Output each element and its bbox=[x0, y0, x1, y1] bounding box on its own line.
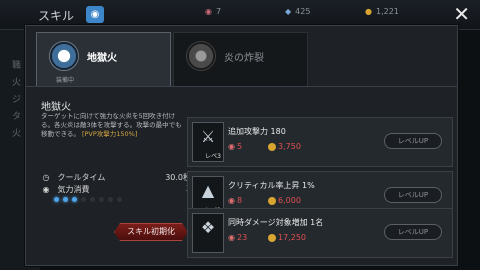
tab-label: 炎の炸裂 bbox=[224, 53, 264, 64]
targets-icon: ❖ bbox=[192, 213, 224, 253]
pig-icon: ◉ bbox=[228, 196, 235, 205]
upgrade-card: ⚔ レベ3 追加攻撃力 180 ◉ 5 3,750 レベルUP bbox=[187, 117, 453, 167]
sword-icon: ⚔ レベ3 bbox=[192, 122, 224, 162]
coin-icon bbox=[268, 233, 276, 242]
coin-icon bbox=[268, 196, 276, 205]
level-dot bbox=[99, 197, 104, 202]
upgrade-cost: ◉ 5 3,750 bbox=[228, 142, 301, 151]
level-dot bbox=[117, 197, 122, 202]
tab-flame-burst[interactable]: 炎の炸裂 bbox=[173, 32, 308, 86]
resource-coin-value: 1,221 bbox=[375, 7, 399, 16]
level-dot bbox=[90, 197, 95, 202]
upgrade-card: ❖ 同時ダメージ対象増加 1名 ◉ 23 17,250 レベルUP bbox=[187, 208, 453, 258]
skill-level-dots bbox=[54, 197, 122, 202]
equipped-label: 装備中 bbox=[55, 77, 74, 84]
pig-icon: ◉ bbox=[228, 233, 235, 242]
cooldown-row: ◷ クールタイム 30.0秒 bbox=[41, 172, 192, 183]
level-up-button[interactable]: レベルUP bbox=[384, 133, 442, 149]
pig-icon: ◉ bbox=[205, 7, 212, 16]
flame-burst-skill-icon bbox=[186, 41, 216, 71]
resource-gem-value: 425 bbox=[295, 7, 311, 16]
level-dot bbox=[72, 197, 77, 202]
clock-icon: ◷ bbox=[42, 172, 50, 182]
hellfire-skill-icon bbox=[49, 41, 79, 71]
level-dot bbox=[63, 197, 68, 202]
upgrade-name: 追加攻撃力 180 bbox=[228, 127, 286, 136]
upgrade-level: レベ3 bbox=[205, 153, 221, 160]
upgrade-cost: ◉ 8 6,000 bbox=[228, 196, 301, 205]
skill-reset-button[interactable]: スキル初期化 bbox=[114, 223, 188, 241]
resource-pig-value: 7 bbox=[215, 7, 222, 16]
coin-icon bbox=[268, 142, 276, 151]
resource-coin: ● 1,221 bbox=[365, 7, 399, 16]
gem-icon: ◆ bbox=[285, 7, 292, 16]
upgrade-name: クリティカル率上昇 1% bbox=[228, 181, 315, 190]
coin-cost: 6,000 bbox=[278, 196, 301, 205]
pig-cost: 8 bbox=[236, 196, 243, 205]
level-dot bbox=[81, 197, 86, 202]
skill-description: ターゲットに向けて強力な火炎を5回吹き付ける。各火炎は敵3体を攻撃する。攻撃の最… bbox=[41, 112, 186, 139]
pvp-attack-text: [PVP攻撃力150%] bbox=[81, 130, 138, 138]
resource-gem: ◆ 425 bbox=[285, 7, 310, 16]
level-up-button[interactable]: レベルUP bbox=[384, 187, 442, 203]
upgrade-cost: ◉ 23 17,250 bbox=[228, 233, 306, 242]
upgrade-name: 同時ダメージ対象増加 1名 bbox=[228, 218, 324, 227]
pig-cost: 5 bbox=[236, 142, 243, 151]
skill-modal: 地獄火 装備中 炎の炸裂 地獄火 ターゲットに向けて強力な火炎を5回吹き付ける。… bbox=[25, 25, 458, 266]
mana-label: 気力消費 bbox=[57, 185, 90, 194]
close-icon[interactable]: ✕ bbox=[453, 3, 470, 25]
tab-hellfire[interactable]: 地獄火 装備中 bbox=[36, 32, 171, 86]
coin-icon: ● bbox=[365, 7, 372, 16]
camera-icon[interactable]: ◉ bbox=[86, 6, 104, 23]
page-title: スキル bbox=[38, 9, 75, 23]
pig-cost: 23 bbox=[236, 233, 248, 242]
pig-icon: ◉ bbox=[228, 142, 235, 151]
resource-pig: ◉ 7 bbox=[205, 7, 221, 16]
divider bbox=[26, 86, 457, 87]
level-up-button[interactable]: レベルUP bbox=[384, 224, 442, 240]
level-dot bbox=[108, 197, 113, 202]
mana-icon: ◉ bbox=[42, 184, 50, 194]
tab-label: 地獄火 bbox=[87, 53, 117, 64]
mana-row: ◉ 気力消費 3 bbox=[41, 184, 192, 195]
coin-cost: 17,250 bbox=[278, 233, 306, 242]
coin-cost: 3,750 bbox=[278, 142, 301, 151]
level-dot bbox=[54, 197, 59, 202]
cooldown-label: クールタイム bbox=[57, 173, 106, 182]
skill-title: 地獄火 bbox=[41, 102, 71, 113]
